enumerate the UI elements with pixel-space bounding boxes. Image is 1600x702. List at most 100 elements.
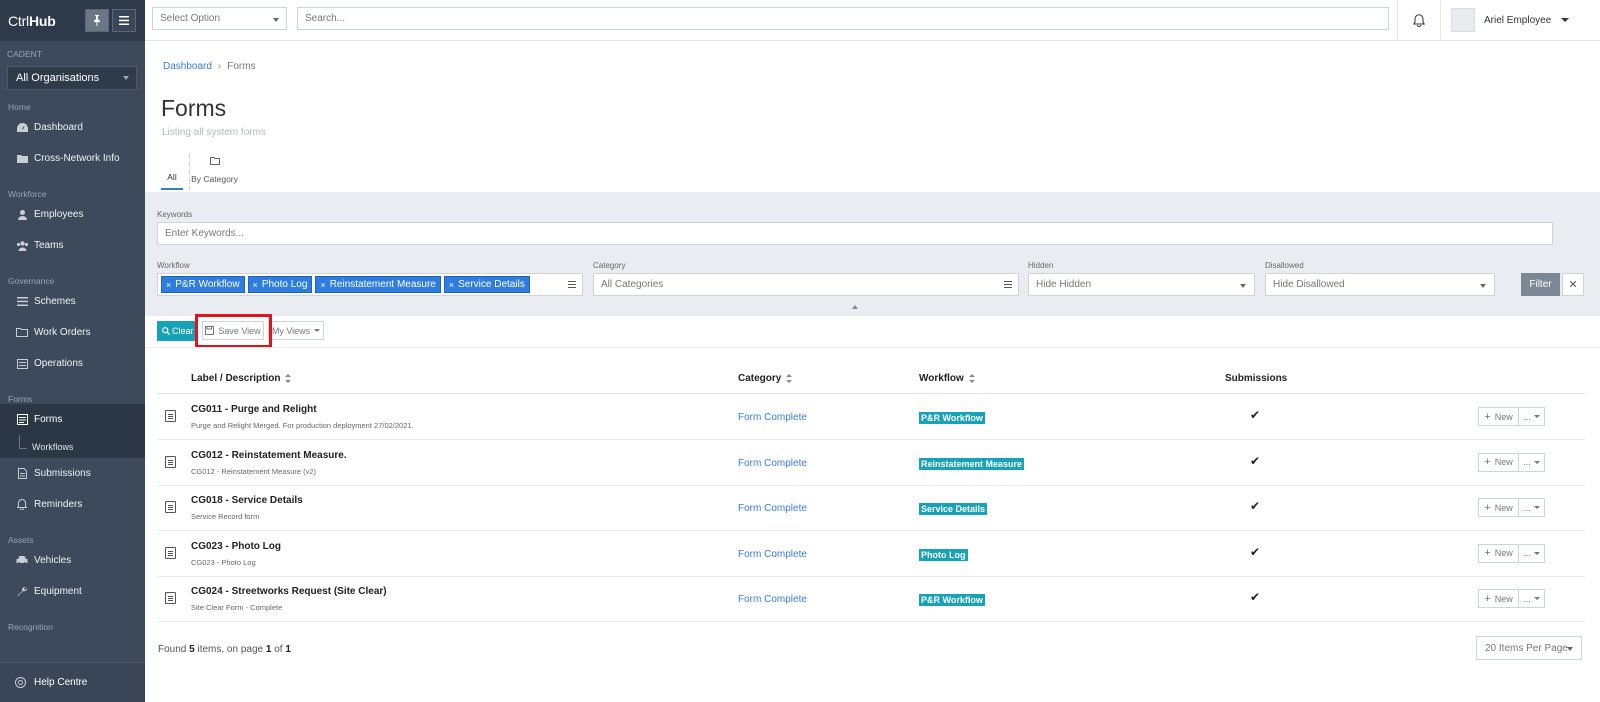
table-row[interactable]: CG011 - Purge and Relight Purge and Relig… bbox=[157, 394, 1585, 440]
workflow-tag-label: Service Details bbox=[458, 279, 525, 290]
check-icon: ✔ bbox=[1250, 453, 1261, 468]
tab-by-category[interactable]: By Category bbox=[189, 153, 239, 190]
remove-tag-icon[interactable]: × bbox=[166, 280, 171, 290]
sidebar-item-schemes[interactable]: Schemes bbox=[0, 286, 145, 317]
remove-tag-icon[interactable]: × bbox=[253, 280, 258, 290]
new-submission-label: New bbox=[1494, 457, 1513, 467]
category-value: All Categories bbox=[601, 279, 664, 290]
row-actions-dropdown[interactable]: ... bbox=[1518, 589, 1545, 608]
hamburger-icon bbox=[119, 16, 129, 25]
workflow-tag[interactable]: × Reinstatement Measure bbox=[315, 276, 441, 293]
sort-icon bbox=[786, 374, 793, 383]
brand-logo[interactable]: CtrlHub bbox=[8, 13, 56, 29]
select-option-dropdown[interactable]: Select Option bbox=[152, 7, 287, 30]
sidebar-item-label: Equipment bbox=[34, 586, 82, 597]
divider bbox=[145, 347, 1600, 348]
row-actions-dropdown[interactable]: ... bbox=[1518, 498, 1545, 517]
new-submission-label: New bbox=[1494, 411, 1513, 422]
sort-icon bbox=[285, 374, 292, 383]
form-label[interactable]: CG018 - Service Details bbox=[191, 495, 303, 506]
sidebar-item-workflows[interactable]: Workflows bbox=[0, 435, 145, 458]
column-header-category[interactable]: Category bbox=[738, 373, 793, 384]
select-option-placeholder: Select Option bbox=[160, 13, 221, 24]
pin-sidebar-button[interactable] bbox=[85, 9, 109, 32]
search-input[interactable]: Search... bbox=[297, 7, 1389, 30]
caret-down-icon bbox=[1567, 647, 1573, 651]
new-submission-button[interactable]: + New bbox=[1478, 407, 1519, 426]
my-views-dropdown[interactable]: My Views bbox=[268, 321, 324, 340]
help-centre-link[interactable]: Help Centre bbox=[0, 662, 145, 702]
disallowed-select[interactable]: Hide Disallowed bbox=[1265, 273, 1495, 296]
sidebar-item-operations[interactable]: Operations bbox=[0, 348, 145, 379]
workflow-tag[interactable]: × Photo Log bbox=[247, 276, 313, 293]
form-category-link[interactable]: Form Complete bbox=[738, 594, 807, 605]
new-submission-button[interactable]: + New bbox=[1478, 452, 1519, 472]
menu-toggle-button[interactable] bbox=[112, 9, 136, 32]
sidebar-item-forms[interactable]: Forms bbox=[0, 404, 145, 435]
workflow-tag[interactable]: × Service Details bbox=[443, 276, 530, 293]
sidebar-item-vehicles[interactable]: Vehicles bbox=[0, 545, 145, 576]
results-summary: Found 5 items, on page 1 of 1 bbox=[158, 644, 291, 655]
organisation-select[interactable]: All Organisations bbox=[7, 66, 137, 90]
sidebar-item-cross-network-info[interactable]: Cross-Network Info bbox=[0, 143, 145, 174]
plus-icon: + bbox=[1484, 501, 1491, 514]
form-category-link[interactable]: Form Complete bbox=[738, 458, 807, 469]
list-icon bbox=[15, 296, 29, 308]
sidebar-item-submissions[interactable]: Submissions bbox=[0, 458, 145, 489]
clear-button[interactable]: Clear bbox=[157, 321, 195, 341]
plus-icon: + bbox=[1484, 456, 1491, 468]
form-label[interactable]: CG023 - Photo Log bbox=[191, 541, 281, 552]
remove-tag-icon[interactable]: × bbox=[320, 280, 325, 290]
user-menu[interactable]: Ariel Employee bbox=[1451, 8, 1570, 32]
remove-tag-icon[interactable]: × bbox=[449, 280, 454, 290]
form-category-link[interactable]: Form Complete bbox=[738, 412, 807, 423]
category-multiselect[interactable]: All Categories bbox=[593, 273, 1019, 296]
clear-filters-button[interactable]: ✕ bbox=[1562, 273, 1584, 296]
hidden-select[interactable]: Hide Hidden bbox=[1028, 273, 1255, 296]
table-row[interactable]: CG012 - Reinstatement Measure. CG012 - Re… bbox=[157, 440, 1585, 486]
workflow-multiselect[interactable]: × P&R Workflow × Photo Log × Reinstatement Me… bbox=[157, 273, 583, 296]
new-submission-label: New bbox=[1494, 593, 1513, 604]
form-label[interactable]: CG011 - Purge and Relight bbox=[191, 404, 317, 415]
workflow-badge[interactable]: P&R Workflow bbox=[919, 412, 985, 424]
form-category-link[interactable]: Form Complete bbox=[738, 549, 807, 560]
new-submission-button[interactable]: + New bbox=[1478, 589, 1519, 608]
row-actions-dropdown[interactable]: ... bbox=[1518, 452, 1545, 472]
sidebar-item-dashboard[interactable]: Dashboard bbox=[0, 112, 145, 143]
form-category-link[interactable]: Form Complete bbox=[738, 503, 807, 514]
form-label[interactable]: CG012 - Reinstatement Measure. bbox=[191, 450, 347, 461]
workflow-badge[interactable]: Photo Log bbox=[919, 548, 968, 561]
new-submission-button[interactable]: + New bbox=[1478, 498, 1519, 517]
breadcrumb-dashboard-link[interactable]: Dashboard bbox=[163, 61, 212, 72]
column-header-workflow[interactable]: Workflow bbox=[919, 373, 975, 384]
collapse-filters-icon[interactable] bbox=[852, 305, 858, 309]
table-row[interactable]: CG024 - Streetworks Request (Site Clear)… bbox=[157, 576, 1585, 622]
sidebar-item-employees[interactable]: Employees bbox=[0, 199, 145, 230]
sidebar-item-label: Dashboard bbox=[34, 122, 83, 133]
row-actions-dropdown[interactable]: ... bbox=[1518, 407, 1545, 426]
filter-button[interactable]: Filter bbox=[1521, 273, 1560, 296]
search-placeholder: Search... bbox=[305, 13, 346, 24]
list-icon bbox=[1004, 281, 1012, 288]
workflow-badge[interactable]: Service Details bbox=[919, 503, 988, 515]
sidebar-item-reminders[interactable]: Reminders bbox=[0, 489, 145, 520]
nav-section-assets: Assets bbox=[8, 535, 34, 545]
tab-all[interactable]: All bbox=[161, 153, 183, 190]
column-header-label[interactable]: Label / Description bbox=[191, 373, 292, 384]
items-per-page-select[interactable]: 20 Items Per Page bbox=[1476, 636, 1582, 660]
row-actions-dropdown[interactable]: ... bbox=[1518, 543, 1545, 563]
row-actions-label: ... bbox=[1523, 457, 1531, 467]
notifications-button[interactable] bbox=[1397, 0, 1441, 41]
nav-section-workforce: Workforce bbox=[8, 189, 47, 199]
table-row[interactable]: CG018 - Service Details Service Record fo… bbox=[157, 485, 1585, 531]
sidebar-item-teams[interactable]: Teams bbox=[0, 230, 145, 261]
sidebar-item-equipment[interactable]: Equipment bbox=[0, 576, 145, 607]
keywords-input[interactable]: Enter Keywords... bbox=[157, 222, 1553, 245]
sidebar-item-work-orders[interactable]: Work Orders bbox=[0, 317, 145, 348]
form-label[interactable]: CG024 - Streetworks Request (Site Clear) bbox=[191, 586, 387, 597]
new-submission-button[interactable]: + New bbox=[1478, 543, 1519, 563]
workflow-tag[interactable]: × P&R Workflow bbox=[161, 276, 245, 293]
workflow-badge[interactable]: P&R Workflow bbox=[919, 594, 985, 606]
workflow-badge[interactable]: Reinstatement Measure bbox=[919, 457, 1025, 470]
table-row[interactable]: CG023 - Photo Log CG023 - Photo Log Form C… bbox=[157, 531, 1585, 577]
